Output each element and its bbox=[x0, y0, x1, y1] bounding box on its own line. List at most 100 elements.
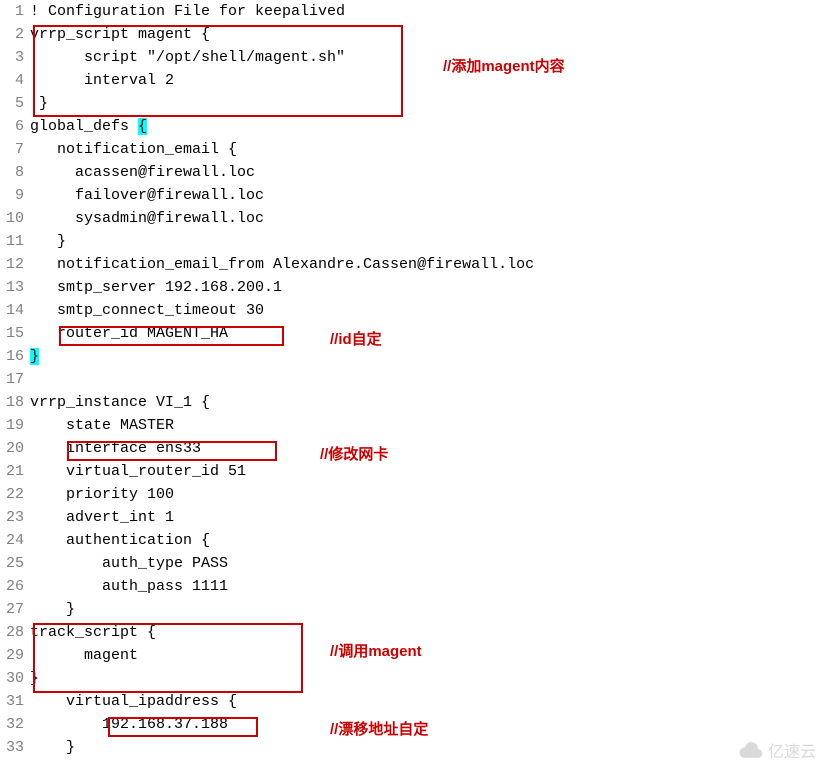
line-number: 27 bbox=[0, 598, 30, 621]
code-line: 27 } bbox=[0, 598, 824, 621]
code-text: smtp_connect_timeout 30 bbox=[30, 299, 264, 322]
line-number: 16 bbox=[0, 345, 30, 368]
code-line: 17 bbox=[0, 368, 824, 391]
code-line: 3 script "/opt/shell/magent.sh" bbox=[0, 46, 824, 69]
code-text: auth_type PASS bbox=[30, 552, 228, 575]
code-line: 10 sysadmin@firewall.loc bbox=[0, 207, 824, 230]
code-text: vrrp_script magent { bbox=[30, 23, 210, 46]
line-number: 30 bbox=[0, 667, 30, 690]
code-line: 11 } bbox=[0, 230, 824, 253]
code-line: 29 magent bbox=[0, 644, 824, 667]
code-line: 7 notification_email { bbox=[0, 138, 824, 161]
code-line: 25 auth_type PASS bbox=[0, 552, 824, 575]
code-text: vrrp_instance VI_1 { bbox=[30, 391, 210, 414]
code-text: priority 100 bbox=[30, 483, 174, 506]
line-number: 29 bbox=[0, 644, 30, 667]
line-number: 18 bbox=[0, 391, 30, 414]
code-line: 5 } bbox=[0, 92, 824, 115]
code-text: magent bbox=[30, 644, 138, 667]
code-line: 28track_script { bbox=[0, 621, 824, 644]
code-text: failover@firewall.loc bbox=[30, 184, 264, 207]
line-number: 10 bbox=[0, 207, 30, 230]
code-line: 13 smtp_server 192.168.200.1 bbox=[0, 276, 824, 299]
code-line: 21 virtual_router_id 51 bbox=[0, 460, 824, 483]
code-line: 22 priority 100 bbox=[0, 483, 824, 506]
line-number: 11 bbox=[0, 230, 30, 253]
code-line: 12 notification_email_from Alexandre.Cas… bbox=[0, 253, 824, 276]
line-number: 23 bbox=[0, 506, 30, 529]
code-line: 33 } bbox=[0, 736, 824, 759]
line-number: 9 bbox=[0, 184, 30, 207]
line-number: 5 bbox=[0, 92, 30, 115]
line-number: 32 bbox=[0, 713, 30, 736]
code-text: interval 2 bbox=[30, 69, 174, 92]
code-line: 15 router_id MAGENT_HA bbox=[0, 322, 824, 345]
code-text: ! Configuration File for keepalived bbox=[30, 0, 345, 23]
line-number: 13 bbox=[0, 276, 30, 299]
code-line: 32 192.168.37.188 bbox=[0, 713, 824, 736]
line-number: 24 bbox=[0, 529, 30, 552]
code-line: 24 authentication { bbox=[0, 529, 824, 552]
code-editor: 1! Configuration File for keepalived2vrr… bbox=[0, 0, 824, 759]
matched-brace: { bbox=[138, 118, 147, 135]
line-number: 28 bbox=[0, 621, 30, 644]
line-number: 1 bbox=[0, 0, 30, 23]
code-line: 16} bbox=[0, 345, 824, 368]
line-number: 31 bbox=[0, 690, 30, 713]
code-line: 2vrrp_script magent { bbox=[0, 23, 824, 46]
code-text: state MASTER bbox=[30, 414, 174, 437]
code-text: smtp_server 192.168.200.1 bbox=[30, 276, 282, 299]
code-text: notification_email { bbox=[30, 138, 237, 161]
code-line: 6global_defs { bbox=[0, 115, 824, 138]
code-text: auth_pass 1111 bbox=[30, 575, 228, 598]
line-number: 33 bbox=[0, 736, 30, 759]
watermark-text: 亿速云 bbox=[768, 738, 816, 762]
line-number: 2 bbox=[0, 23, 30, 46]
code-line: 8 acassen@firewall.loc bbox=[0, 161, 824, 184]
line-number: 6 bbox=[0, 115, 30, 138]
line-number: 3 bbox=[0, 46, 30, 69]
watermark: 亿速云 bbox=[736, 738, 816, 762]
code-line: 20 interface ens33 bbox=[0, 437, 824, 460]
code-line: 14 smtp_connect_timeout 30 bbox=[0, 299, 824, 322]
code-text: authentication { bbox=[30, 529, 210, 552]
code-text: track_script { bbox=[30, 621, 156, 644]
code-text: } bbox=[30, 667, 39, 690]
code-text: } bbox=[30, 736, 75, 759]
line-number: 14 bbox=[0, 299, 30, 322]
code-text: sysadmin@firewall.loc bbox=[30, 207, 264, 230]
code-line: 30} bbox=[0, 667, 824, 690]
code-line: 1! Configuration File for keepalived bbox=[0, 0, 824, 23]
line-number: 4 bbox=[0, 69, 30, 92]
line-number: 21 bbox=[0, 460, 30, 483]
line-number: 25 bbox=[0, 552, 30, 575]
code-text: 192.168.37.188 bbox=[30, 713, 228, 736]
code-text: virtual_router_id 51 bbox=[30, 460, 246, 483]
cloud-icon bbox=[736, 740, 764, 760]
line-number: 22 bbox=[0, 483, 30, 506]
code-text: } bbox=[30, 345, 39, 368]
code-line: 4 interval 2 bbox=[0, 69, 824, 92]
code-text: global_defs { bbox=[30, 115, 147, 138]
code-line: 9 failover@firewall.loc bbox=[0, 184, 824, 207]
code-text: acassen@firewall.loc bbox=[30, 161, 255, 184]
code-text: virtual_ipaddress { bbox=[30, 690, 237, 713]
line-number: 17 bbox=[0, 368, 30, 391]
code-text: } bbox=[30, 230, 66, 253]
code-text: } bbox=[30, 598, 75, 621]
line-number: 26 bbox=[0, 575, 30, 598]
code-text: router_id MAGENT_HA bbox=[30, 322, 228, 345]
code-text: notification_email_from Alexandre.Cassen… bbox=[30, 253, 534, 276]
code-line: 23 advert_int 1 bbox=[0, 506, 824, 529]
code-text: advert_int 1 bbox=[30, 506, 174, 529]
line-number: 20 bbox=[0, 437, 30, 460]
code-text: interface ens33 bbox=[30, 437, 201, 460]
matched-brace: } bbox=[30, 348, 39, 365]
line-number: 8 bbox=[0, 161, 30, 184]
code-line: 26 auth_pass 1111 bbox=[0, 575, 824, 598]
code-text: } bbox=[30, 92, 48, 115]
line-number: 7 bbox=[0, 138, 30, 161]
code-text: script "/opt/shell/magent.sh" bbox=[30, 46, 345, 69]
code-line: 18vrrp_instance VI_1 { bbox=[0, 391, 824, 414]
line-number: 15 bbox=[0, 322, 30, 345]
